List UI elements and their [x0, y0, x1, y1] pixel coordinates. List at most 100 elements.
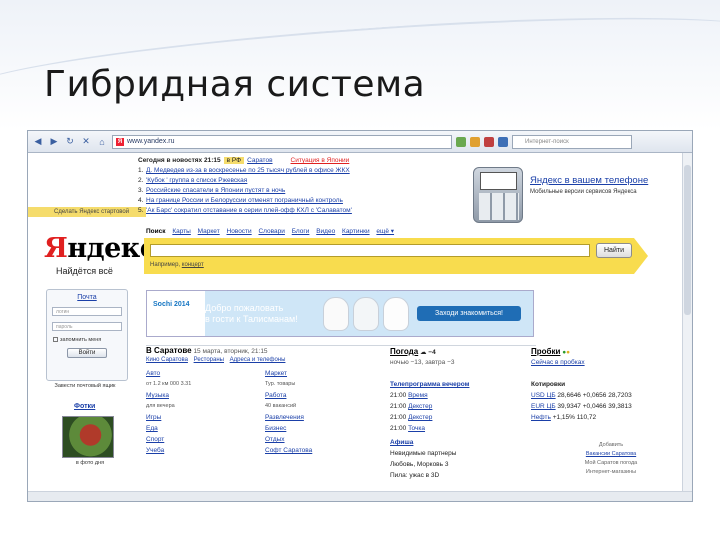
mail-title-link[interactable]: Почта [47, 294, 127, 301]
login-button[interactable]: Войти [67, 348, 107, 358]
photos-title-link[interactable]: Фотки [74, 403, 95, 410]
create-mailbox-link[interactable]: Завести почтовый ящик [40, 383, 130, 389]
tv-show[interactable]: Декстер [408, 403, 432, 410]
city-sublink[interactable]: Кино Саратова [146, 357, 188, 363]
city-service-link[interactable]: Работа [265, 392, 286, 399]
forward-icon[interactable]: ▶ [48, 136, 60, 148]
example-link[interactable]: концерт [182, 262, 204, 268]
weather-title[interactable]: Погода [390, 347, 418, 356]
remember-checkbox[interactable]: запомнить меня [53, 337, 127, 343]
home-icon[interactable]: ⌂ [96, 136, 108, 148]
search-engine-icon[interactable] [498, 136, 508, 147]
news-item[interactable]: 1. Д. Медведев из-за в воскресенье по 25 … [138, 166, 468, 176]
quote-name[interactable]: USD ЦБ [531, 392, 556, 399]
tab-rf[interactable]: в РФ [223, 157, 245, 164]
city-service[interactable]: Бизнес [265, 423, 375, 434]
quote-row[interactable]: EUR ЦБ 39,9347 +0,0466 39,3813 [531, 401, 671, 412]
city-service[interactable]: Еда [146, 423, 256, 434]
footer-link[interactable]: Добавить [556, 441, 666, 450]
city-service-link[interactable]: Отдых [265, 436, 285, 443]
hot-topic-link[interactable]: Ситуация в Японии [291, 157, 350, 164]
password-input[interactable]: пароль [52, 322, 122, 331]
phone-icon[interactable] [473, 167, 523, 223]
stop-icon[interactable]: ✕ [80, 136, 92, 148]
address-bar[interactable]: Я www.yandex.ru [112, 134, 452, 149]
city-service-link[interactable]: Еда [146, 425, 158, 432]
service-news[interactable]: Новости [227, 228, 252, 235]
search-button[interactable]: Найти [596, 243, 632, 258]
close-tab-icon[interactable] [484, 136, 494, 147]
city-service-link[interactable]: Игры [146, 414, 161, 421]
city-service-link[interactable]: Софт Саратова [265, 447, 312, 454]
news-link[interactable]: На границе России и Белоруссии отменят п… [146, 197, 343, 204]
news-link[interactable]: 'Кубок ' группа в список Ржевская [146, 177, 247, 184]
city-service-link[interactable]: Музыка [146, 392, 169, 399]
city-service[interactable]: Маркет [265, 368, 375, 379]
city-service[interactable]: Учеба [146, 445, 256, 456]
afisha-row[interactable]: Пила: ужас в 3D [390, 470, 550, 481]
rss-icon[interactable] [456, 136, 466, 147]
tv-title[interactable]: Телепрограмма вечером [390, 381, 469, 388]
service-maps[interactable]: Карты [172, 228, 191, 235]
city-title[interactable]: В Саратове [146, 346, 192, 355]
photo-of-day[interactable] [62, 416, 114, 458]
service-images[interactable]: Картинки [342, 228, 370, 235]
city-service-link[interactable]: Учеба [146, 447, 164, 454]
service-video[interactable]: Видео [316, 228, 335, 235]
traffic-title[interactable]: Пробки [531, 347, 560, 356]
bookmark-icon[interactable] [470, 136, 480, 147]
city-sublink[interactable]: Рестораны [194, 357, 224, 363]
news-item[interactable]: 2. 'Кубок ' группа в список Ржевская [138, 176, 468, 186]
tab-saratov[interactable]: Саратов [247, 157, 272, 164]
tv-show[interactable]: Точка [408, 425, 425, 432]
footer-link[interactable]: Интернет-магазины [556, 468, 666, 477]
tv-show[interactable]: Время [408, 392, 428, 399]
service-dictionaries[interactable]: Словари [258, 228, 284, 235]
quote-row[interactable]: USD ЦБ 28,6646 +0,0656 28,7203 [531, 390, 671, 401]
tv-row[interactable]: 21:00 Точка [390, 423, 530, 434]
service-market[interactable]: Маркет [198, 228, 220, 235]
back-icon[interactable]: ◀ [32, 136, 44, 148]
checkbox-box[interactable] [53, 337, 58, 342]
news-item[interactable]: 5. 'Ак Барс' сократил отставание в серии … [138, 206, 468, 216]
service-search[interactable]: Поиск [146, 228, 166, 235]
login-input[interactable]: логин [52, 307, 122, 316]
service-more[interactable]: ещё ▾ [376, 228, 394, 235]
city-sublink[interactable]: Адреса и телефоны [230, 357, 286, 363]
afisha-row[interactable]: Любовь, Морковь 3 [390, 459, 550, 470]
city-service[interactable]: Авто [146, 368, 256, 379]
afisha-row[interactable]: Невидимые партнеры [390, 448, 550, 459]
scrollbar-thumb[interactable] [684, 165, 691, 315]
make-start-page-link[interactable]: Сделать Яндекс стартовой [28, 207, 146, 217]
city-service-link[interactable]: Авто [146, 370, 160, 377]
city-service[interactable]: Отдых [265, 434, 375, 445]
banner-button[interactable]: Заходи знакомиться! [417, 306, 521, 321]
tv-row[interactable]: 21:00 Декстер [390, 412, 530, 423]
olympic-banner[interactable]: Sochi 2014 Добро пожаловать в гости к Тал… [146, 290, 534, 337]
refresh-icon[interactable]: ↻ [64, 136, 76, 148]
city-service-link[interactable]: Спорт [146, 436, 164, 443]
news-link[interactable]: Российские спасатели в Японии пустят в н… [146, 187, 285, 194]
tv-row[interactable]: 21:00 Декстер [390, 401, 530, 412]
mobile-promo-title[interactable]: Яндекс в вашем телефоне [530, 175, 660, 186]
yandex-logo[interactable]: Яндекс [44, 233, 156, 264]
city-service-link[interactable]: Развлечения [265, 414, 304, 421]
city-service[interactable]: Работа [265, 390, 375, 401]
quote-name[interactable]: EUR ЦБ [531, 403, 556, 410]
quote-name[interactable]: Нефть [531, 414, 551, 421]
city-service[interactable]: Софт Саратова [265, 445, 375, 456]
news-link[interactable]: 'Ак Барс' сократил отставание в серии пл… [146, 207, 352, 214]
afisha-title[interactable]: Афиша [390, 439, 413, 446]
city-service[interactable]: Спорт [146, 434, 256, 445]
news-item[interactable]: 3. Российские спасатели в Японии пустят в… [138, 186, 468, 196]
quote-row[interactable]: Нефть +1,15% 110,72 [531, 412, 671, 423]
tv-row[interactable]: 21:00 Время [390, 390, 530, 401]
search-input[interactable] [150, 244, 590, 257]
tv-show[interactable]: Декстер [408, 414, 432, 421]
footer-link[interactable]: Вакансии Саратова [556, 450, 666, 459]
news-link[interactable]: Д. Медведев из-за в воскресенье по 25 ты… [146, 167, 350, 174]
city-service-link[interactable]: Бизнес [265, 425, 286, 432]
service-blogs[interactable]: Блоги [292, 228, 310, 235]
browser-search-input[interactable]: Интернет-поиск [512, 134, 632, 149]
traffic-detail[interactable]: Сейчас в пробках [531, 357, 671, 368]
